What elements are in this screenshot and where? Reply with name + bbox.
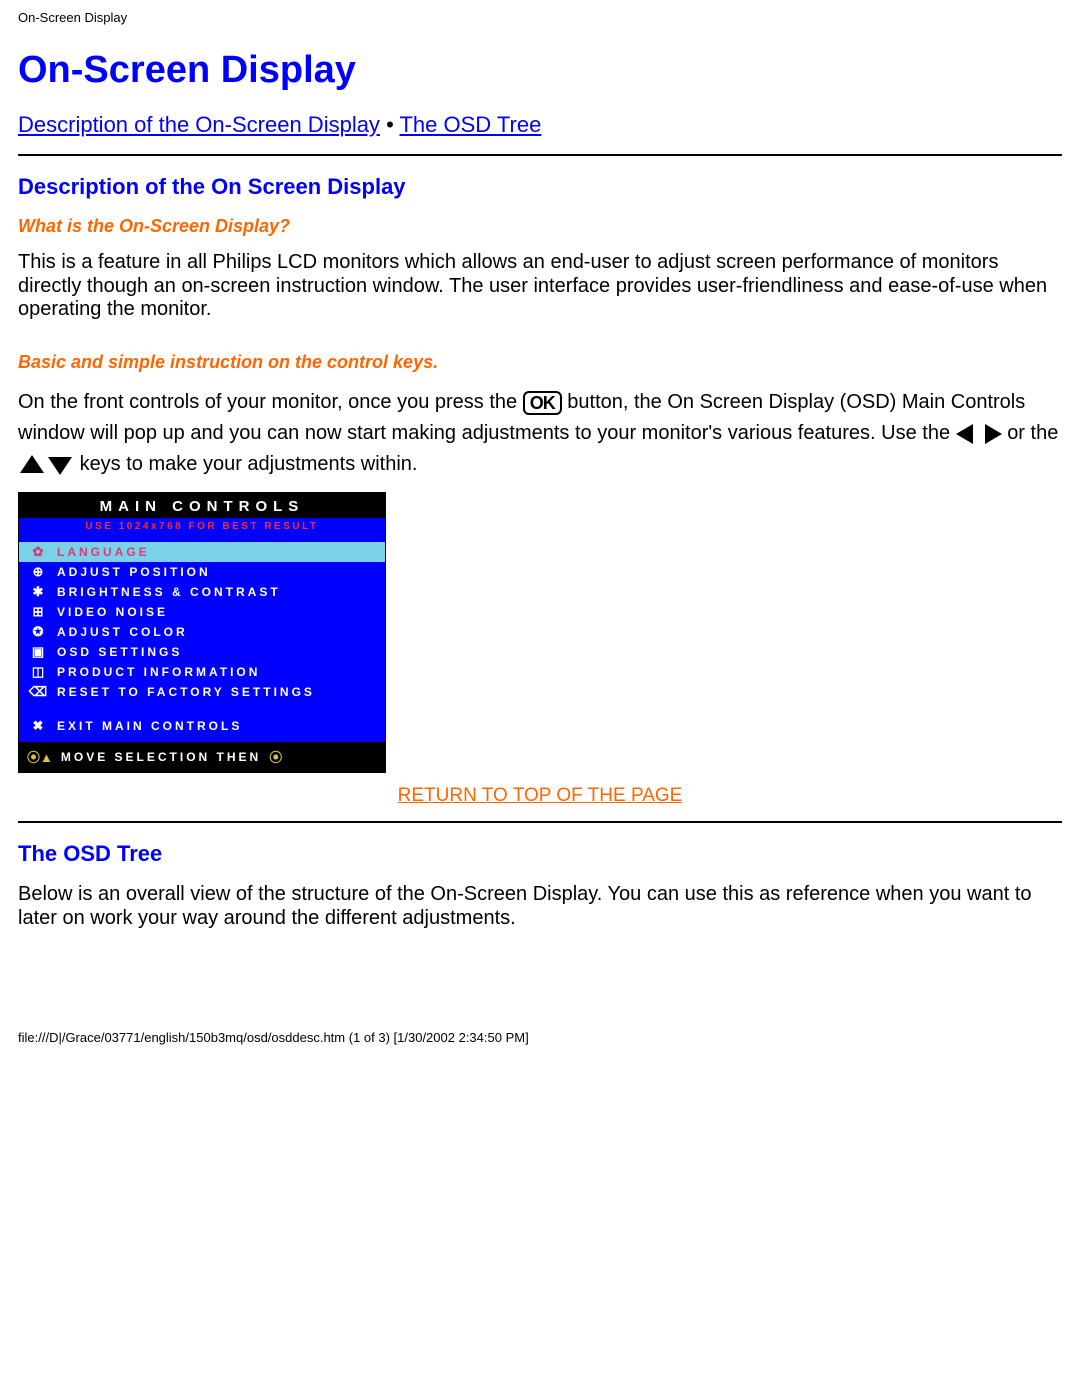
osd-footer-icon-right: ⦿ bbox=[269, 747, 285, 766]
osd-item-label: ADJUST COLOR bbox=[57, 625, 188, 639]
return-to-top-link[interactable]: RETURN TO TOP OF THE PAGE bbox=[398, 785, 683, 806]
divider bbox=[18, 154, 1062, 156]
osd-item-icon: ⊕ bbox=[27, 564, 49, 580]
osd-menu-item[interactable]: ✱ BRIGHTNESS & CONTRAST bbox=[19, 582, 385, 602]
osd-item-icon: ▣ bbox=[27, 644, 49, 660]
osd-item-icon: ⊞ bbox=[27, 604, 49, 620]
osd-panel-banner: USE 1024x768 FOR BEST RESULT bbox=[19, 518, 385, 538]
footer-file-path: file:///D|/Grace/03771/english/150b3mq/o… bbox=[0, 990, 1080, 1055]
osd-item-icon: ✪ bbox=[27, 624, 49, 640]
p2-part-c: or the bbox=[1007, 422, 1058, 444]
divider bbox=[18, 821, 1062, 823]
top-nav: Description of the On-Screen Display • T… bbox=[18, 112, 1062, 138]
osd-footer-icons: ⦿▲ bbox=[27, 747, 53, 766]
osd-menu-item[interactable]: ⌫ RESET TO FACTORY SETTINGS bbox=[19, 682, 385, 702]
osd-item-label: VIDEO NOISE bbox=[57, 605, 168, 619]
osd-menu-item[interactable]: ⊕ ADJUST POSITION bbox=[19, 562, 385, 582]
osd-item-label: EXIT MAIN CONTROLS bbox=[57, 719, 242, 733]
subhead-what-is-osd: What is the On-Screen Display? bbox=[18, 216, 1062, 237]
osd-menu-list: ✿ LANGUAGE ⊕ ADJUST POSITION ✱ BRIGHTNESS & C… bbox=[19, 538, 385, 742]
osd-menu-item[interactable]: ✪ ADJUST COLOR bbox=[19, 622, 385, 642]
paragraph-osd-intro: This is a feature in all Philips LCD mon… bbox=[18, 251, 1062, 322]
ok-button-icon: OK bbox=[523, 391, 562, 415]
return-to-top: RETURN TO TOP OF THE PAGE bbox=[18, 785, 1062, 807]
up-down-arrow-icon bbox=[18, 449, 74, 480]
paragraph-osd-tree: Below is an overall view of the structur… bbox=[18, 883, 1062, 930]
paragraph-control-keys: On the front controls of your monitor, o… bbox=[18, 387, 1062, 480]
osd-menu-item[interactable]: ▣ OSD SETTINGS bbox=[19, 642, 385, 662]
osd-item-icon: ✖ bbox=[27, 718, 49, 734]
osd-panel-header: MAIN CONTROLS bbox=[19, 493, 385, 518]
osd-menu-item[interactable]: ✿ LANGUAGE bbox=[19, 542, 385, 562]
osd-item-label: RESET TO FACTORY SETTINGS bbox=[57, 685, 315, 699]
p2-part-d: keys to make your adjustments within. bbox=[80, 453, 418, 475]
osd-item-label: BRIGHTNESS & CONTRAST bbox=[57, 585, 281, 599]
osd-item-icon: ⌫ bbox=[27, 684, 49, 700]
subhead-control-keys: Basic and simple instruction on the cont… bbox=[18, 352, 1062, 373]
nav-link-description[interactable]: Description of the On-Screen Display bbox=[18, 112, 380, 137]
osd-footer-label: MOVE SELECTION THEN bbox=[61, 750, 261, 764]
p2-part-a: On the front controls of your monitor, o… bbox=[18, 391, 523, 413]
doc-header-title: On-Screen Display bbox=[0, 0, 1080, 31]
osd-item-icon: ✿ bbox=[27, 544, 49, 560]
osd-exit-item[interactable]: ✖ EXIT MAIN CONTROLS bbox=[19, 716, 385, 736]
left-right-arrow-icon bbox=[956, 418, 1002, 449]
osd-item-label: OSD SETTINGS bbox=[57, 645, 182, 659]
osd-panel: MAIN CONTROLS USE 1024x768 FOR BEST RESU… bbox=[18, 492, 386, 773]
osd-item-label: ADJUST POSITION bbox=[57, 565, 211, 579]
page-content: On-Screen Display Description of the On-… bbox=[0, 49, 1080, 990]
osd-item-icon: ✱ bbox=[27, 584, 49, 600]
osd-panel-footer: ⦿▲ MOVE SELECTION THEN ⦿ bbox=[19, 742, 385, 772]
osd-item-label: PRODUCT INFORMATION bbox=[57, 665, 260, 679]
section-description-heading: Description of the On Screen Display bbox=[18, 174, 1062, 200]
osd-menu-item[interactable]: ◫ PRODUCT INFORMATION bbox=[19, 662, 385, 682]
osd-item-icon: ◫ bbox=[27, 664, 49, 680]
nav-separator: • bbox=[386, 112, 394, 137]
osd-menu-item[interactable]: ⊞ VIDEO NOISE bbox=[19, 602, 385, 622]
section-osd-tree-heading: The OSD Tree bbox=[18, 841, 1062, 867]
osd-item-label: LANGUAGE bbox=[57, 545, 150, 559]
nav-link-osd-tree[interactable]: The OSD Tree bbox=[399, 112, 541, 137]
page-title: On-Screen Display bbox=[18, 49, 1062, 92]
